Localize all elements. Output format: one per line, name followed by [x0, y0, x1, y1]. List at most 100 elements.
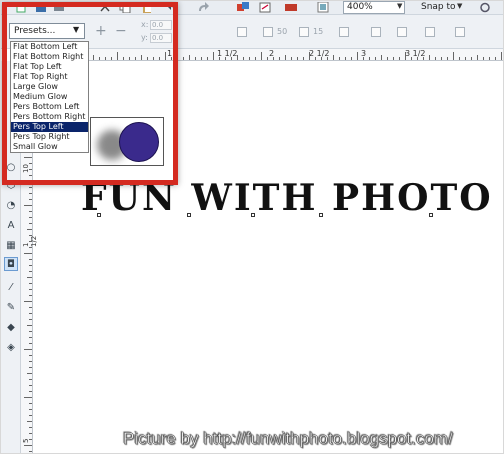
ruler-tick [29, 451, 32, 452]
ruler-tick [381, 55, 382, 60]
ruler-tick [29, 337, 32, 338]
ruler-tick [24, 301, 32, 302]
ruler-tick [291, 57, 292, 60]
drop-shadow-tool-icon[interactable]: ◘ [4, 257, 18, 271]
ruler-tick [351, 57, 352, 60]
ruler-tick [363, 57, 364, 60]
ruler-tick [27, 229, 32, 230]
ruler-tick [483, 57, 484, 60]
ruler-tick [201, 57, 202, 60]
ruler-label: 1 1/2 [217, 49, 238, 58]
feather-value[interactable]: 15 [313, 27, 323, 36]
ruler-tick [29, 283, 32, 284]
ruler-tick [303, 57, 304, 60]
ruler-tick [29, 193, 32, 194]
ruler-tick [321, 57, 322, 60]
ruler-tick [29, 247, 32, 248]
ruler-tick [249, 57, 250, 60]
options-icon[interactable] [479, 2, 491, 13]
ruler-tick [29, 295, 32, 296]
ruler-tick [29, 433, 32, 434]
outline-pen-tool-icon[interactable]: ✎ [4, 301, 18, 315]
zoom-level-select[interactable]: 400% [343, 1, 405, 14]
basic-shapes-tool-icon[interactable]: ◔ [4, 199, 18, 213]
ruler-tick [195, 57, 196, 60]
copy-shadow-icon[interactable] [425, 27, 435, 37]
ruler-tick [447, 57, 448, 60]
chevron-down-icon[interactable]: ▼ [397, 2, 402, 10]
ruler-tick [207, 57, 208, 60]
ruler-tick [29, 331, 32, 332]
ruler-tick [29, 439, 32, 440]
ruler-tick [279, 57, 280, 60]
table-tool-icon[interactable]: ▦ [4, 239, 18, 253]
clear-shadow-icon[interactable] [455, 27, 465, 37]
ruler-tick [273, 57, 274, 60]
ruler-tick [255, 57, 256, 60]
feather-edges-icon[interactable] [371, 27, 381, 37]
ruler-tick [29, 385, 32, 386]
fill-tool-icon[interactable]: ◆ [4, 321, 18, 335]
shadow-opacity-icon[interactable] [299, 27, 309, 37]
ruler-tick [24, 397, 32, 398]
ruler-tick [183, 57, 184, 60]
ruler-tick [339, 57, 340, 60]
eyedropper-tool-icon[interactable]: ⁄ [4, 281, 18, 295]
highlight-frame [2, 2, 178, 185]
ruler-tick [423, 57, 424, 60]
ruler-tick [189, 55, 190, 60]
interactive-fill-tool-icon[interactable]: ◈ [4, 341, 18, 355]
ruler-tick [24, 205, 32, 206]
ruler-tick [29, 355, 32, 356]
node-handle[interactable] [187, 213, 191, 217]
ruler-tick [231, 57, 232, 60]
chevron-down-icon[interactable]: ▼ [457, 2, 462, 10]
export-icon[interactable] [259, 2, 271, 13]
ruler-tick [261, 52, 262, 60]
ruler-tick [357, 52, 358, 60]
ruler-tick [29, 271, 32, 272]
node-handle[interactable] [319, 213, 323, 217]
ruler-tick [213, 52, 214, 60]
text-tool-icon[interactable]: A [4, 219, 18, 233]
welcome-icon[interactable] [317, 2, 329, 13]
ruler-tick [29, 217, 32, 218]
ruler-tick [429, 55, 430, 60]
shadow-color-icon[interactable] [397, 27, 407, 37]
ruler-tick [29, 211, 32, 212]
zoom-level-value: 400% [347, 2, 373, 12]
ruler-tick [29, 259, 32, 260]
ruler-tick [225, 57, 226, 60]
ruler-tick [219, 57, 220, 60]
app-launcher-icon[interactable] [285, 2, 297, 13]
ruler-tick [237, 55, 238, 60]
snap-to-button[interactable]: Snap to [421, 2, 456, 12]
ruler-tick [471, 57, 472, 60]
ruler-tick [399, 57, 400, 60]
ruler-tick [24, 445, 32, 446]
ruler-tick [441, 57, 442, 60]
ruler-tick [29, 241, 32, 242]
node-handle[interactable] [251, 213, 255, 217]
ruler-tick [29, 343, 32, 344]
ruler-tick [29, 361, 32, 362]
ruler-tick [369, 57, 370, 60]
feather-direction-icon[interactable] [339, 27, 349, 37]
shadow-angle-icon[interactable] [237, 27, 247, 37]
ruler-tick [459, 57, 460, 60]
ruler-tick [29, 403, 32, 404]
ruler-tick [29, 289, 32, 290]
node-handle[interactable] [429, 213, 433, 217]
ruler-tick [27, 421, 32, 422]
import-icon[interactable] [237, 2, 249, 13]
ruler-tick [29, 427, 32, 428]
ruler-tick [29, 319, 32, 320]
node-handle[interactable] [97, 213, 101, 217]
ruler-tick [417, 57, 418, 60]
redo-icon[interactable] [197, 2, 209, 13]
shadow-fade-icon[interactable] [263, 27, 273, 37]
ruler-tick [267, 57, 268, 60]
opacity-value[interactable]: 50 [277, 27, 287, 36]
ruler-tick [453, 52, 454, 60]
ruler-tick [297, 57, 298, 60]
